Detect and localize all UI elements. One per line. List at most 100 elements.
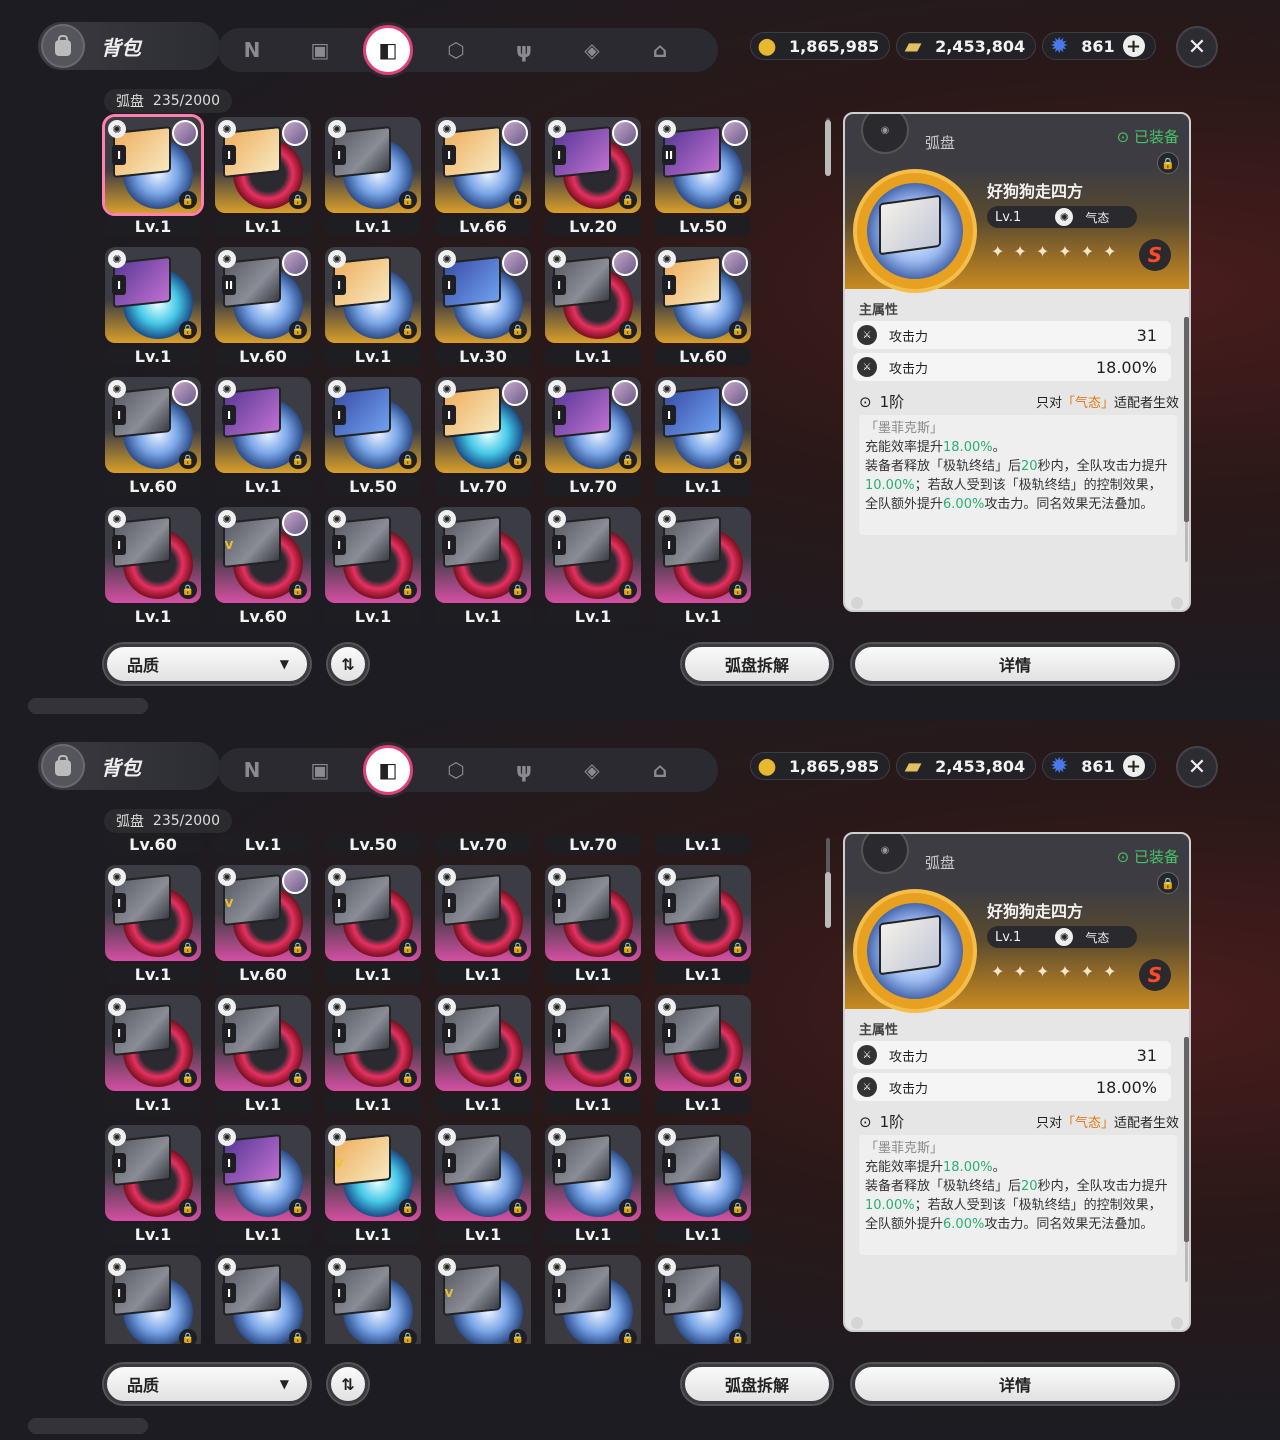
disc-grid-viewport[interactable]: ✺ I 🔒 Lv.1 ✺ I 🔒 Lv.1 ✺ I 🔒 Lv.1 ✺ I 🔒 Lv.66 ✺ I 🔒 Lv.20 ✺ II… bbox=[100, 112, 760, 624]
add-currency-button[interactable]: + bbox=[1122, 755, 1145, 777]
grid-scrollbar-thumb[interactable] bbox=[825, 872, 831, 928]
disc-item[interactable]: ✺I🔒Lv.1 bbox=[430, 990, 540, 1120]
disc-item[interactable]: ✺I🔒Lv.1 bbox=[650, 990, 760, 1120]
attribute-icon: ✺ bbox=[108, 1128, 126, 1146]
disc-item[interactable]: ✺I🔒Lv.1 bbox=[650, 860, 760, 990]
tab-disc[interactable]: ◧ bbox=[354, 25, 422, 75]
add-currency-button[interactable]: + bbox=[1122, 35, 1145, 57]
disc-item[interactable]: ✺I🔒Lv.1 bbox=[320, 990, 430, 1120]
lock-toggle-icon[interactable]: 🔒 bbox=[1157, 152, 1179, 174]
tab-cube-shield[interactable]: ◈ bbox=[558, 28, 626, 72]
lock-icon: 🔒 bbox=[509, 939, 527, 957]
disc-item[interactable]: ✺I🔒Lv.70 bbox=[540, 372, 650, 502]
disc-item[interactable]: ✺I🔒Lv.1 bbox=[100, 112, 210, 242]
effect-header: ⊙ 1阶 只对「气态」适配者生效 bbox=[859, 1111, 1179, 1132]
quality-filter-dropdown[interactable]: 品质 ▼ bbox=[104, 1364, 310, 1404]
main-stats-label: 主属性 bbox=[859, 303, 899, 318]
detail-scrollbar-thumb[interactable] bbox=[1184, 1037, 1189, 1242]
disc-item[interactable]: ✺I🔒Lv.1 bbox=[100, 860, 210, 990]
disc-item[interactable]: ✺ V 🔒 Lv.60 bbox=[210, 860, 320, 990]
disc-tier-badge: I bbox=[442, 1023, 456, 1043]
tab-cube-shield[interactable]: ◈ bbox=[558, 748, 626, 792]
tab-n[interactable]: N bbox=[218, 28, 286, 72]
disc-item[interactable]: ✺I🔒Lv.1 bbox=[100, 242, 210, 372]
disc-item[interactable]: ✺I🔒Lv.1 bbox=[320, 860, 430, 990]
disc-item[interactable]: ✺ V 🔒 Lv.1 bbox=[320, 1120, 430, 1250]
disc-item[interactable]: ✺I🔒Lv.1 bbox=[430, 860, 540, 990]
attribute-name: 气态 bbox=[1085, 210, 1110, 225]
disc-item[interactable]: ✺ V 🔒 bbox=[430, 1250, 540, 1344]
attribute-icon: ✺ bbox=[548, 120, 566, 138]
details-button[interactable]: 详情 bbox=[852, 644, 1178, 684]
disc-item[interactable]: ✺I🔒Lv.1 bbox=[100, 990, 210, 1120]
disc-item[interactable]: ✺ I 🔒 bbox=[320, 1250, 430, 1344]
disc-item[interactable]: ✺I🔒Lv.1 bbox=[650, 502, 760, 624]
disc-item[interactable]: ✺I🔒Lv.1 bbox=[650, 1120, 760, 1250]
sort-order-button[interactable]: ⇅ bbox=[328, 644, 368, 684]
disc-item[interactable]: ✺I🔒Lv.1 bbox=[540, 502, 650, 624]
disc-item[interactable]: ✺ I 🔒 Lv.66 bbox=[430, 112, 540, 242]
disc-item[interactable]: ✺ I 🔒 bbox=[210, 1250, 320, 1344]
disassemble-button[interactable]: 弧盘拆解 bbox=[682, 644, 832, 684]
disc-card: ✺ II 🔒 bbox=[215, 247, 311, 343]
disc-item[interactable]: ✺I🔒Lv.50 bbox=[320, 832, 430, 860]
disc-item[interactable]: ✺I🔒Lv.1 bbox=[210, 372, 320, 502]
disc-item[interactable]: ✺I🔒Lv.1 bbox=[100, 1120, 210, 1250]
disc-item[interactable]: ✺I🔒Lv.1 bbox=[540, 860, 650, 990]
close-button[interactable]: ✕ bbox=[1176, 26, 1218, 68]
disc-item[interactable]: ✺I🔒Lv.1 bbox=[210, 1120, 320, 1250]
disc-item[interactable]: ✺I🔒Lv.1 bbox=[540, 990, 650, 1120]
disc-item[interactable]: ✺I🔒Lv.50 bbox=[320, 372, 430, 502]
disc-item[interactable]: ✺ II 🔒 Lv.60 bbox=[210, 242, 320, 372]
close-button[interactable]: ✕ bbox=[1176, 746, 1218, 788]
disc-item[interactable]: ✺I🔒Lv.70 bbox=[430, 832, 540, 860]
tab-gameboy[interactable]: ▣ bbox=[286, 748, 354, 792]
disc-item[interactable]: ✺ I 🔒 Lv.30 bbox=[430, 242, 540, 372]
attack-icon: ⚔ bbox=[857, 1045, 877, 1065]
tab-box[interactable]: ⬡ bbox=[422, 28, 490, 72]
disassemble-button[interactable]: 弧盘拆解 bbox=[682, 1364, 832, 1404]
tab-home[interactable]: ⌂ bbox=[626, 28, 694, 72]
tab-n[interactable]: N bbox=[218, 748, 286, 792]
disc-item[interactable]: ✺ I 🔒 bbox=[100, 1250, 210, 1344]
disc-item[interactable]: ✺I🔒Lv.1 bbox=[430, 502, 540, 624]
disc-item[interactable]: ✺ I 🔒 bbox=[540, 1250, 650, 1344]
disc-item[interactable]: ✺I🔒Lv.60 bbox=[100, 372, 210, 502]
disc-item[interactable]: ✺I🔒Lv.1 bbox=[540, 1120, 650, 1250]
tab-home[interactable]: ⌂ bbox=[626, 748, 694, 792]
tab-disc[interactable]: ◧ bbox=[354, 745, 422, 795]
disc-grid-viewport[interactable]: ✺I🔒Lv.60✺I🔒Lv.1✺I🔒Lv.50✺I🔒Lv.70✺I🔒Lv.70✺… bbox=[100, 832, 760, 1344]
details-button[interactable]: 详情 bbox=[852, 1364, 1178, 1404]
disc-item[interactable]: ✺I🔒Lv.70 bbox=[540, 832, 650, 860]
detail-scrollbar-thumb[interactable] bbox=[1184, 317, 1189, 522]
tab-fork-knife[interactable]: ψ bbox=[490, 28, 558, 72]
sort-order-button[interactable]: ⇅ bbox=[328, 1364, 368, 1404]
disc-item[interactable]: ✺I🔒Lv.1 bbox=[320, 502, 430, 624]
disc-item[interactable]: ✺I🔒Lv.1 bbox=[430, 1120, 540, 1250]
disc-item[interactable]: ✺I🔒Lv.1 bbox=[210, 990, 320, 1120]
tab-box[interactable]: ⬡ bbox=[422, 748, 490, 792]
disc-item[interactable]: ✺I🔒Lv.1 bbox=[210, 832, 320, 860]
disc-item[interactable]: ✺ V 🔒 Lv.60 bbox=[210, 502, 320, 624]
disc-item[interactable]: ✺ I 🔒 Lv.20 bbox=[540, 112, 650, 242]
disc-item[interactable]: ✺I🔒Lv.1 bbox=[210, 112, 320, 242]
disc-card: ✺ I 🔒 bbox=[545, 507, 641, 603]
disc-level: Lv.1 bbox=[435, 964, 531, 984]
disc-item[interactable]: ✺I🔒Lv.1 bbox=[650, 832, 760, 860]
disc-item[interactable]: ✺I🔒Lv.60 bbox=[100, 832, 210, 860]
disc-item[interactable]: ✺ II 🔒 Lv.50 bbox=[650, 112, 760, 242]
disc-item[interactable]: ✺I🔒Lv.1 bbox=[540, 242, 650, 372]
grid-scrollbar-thumb[interactable] bbox=[825, 120, 831, 176]
lock-toggle-icon[interactable]: 🔒 bbox=[1157, 872, 1179, 894]
quality-filter-dropdown[interactable]: 品质 ▼ bbox=[104, 644, 310, 684]
disc-item[interactable]: ✺ I 🔒 bbox=[650, 1250, 760, 1344]
disc-tier-badge: II bbox=[222, 275, 236, 295]
disc-item[interactable]: ✺I🔒Lv.1 bbox=[320, 112, 430, 242]
disc-item[interactable]: ✺I🔒Lv.70 bbox=[430, 372, 540, 502]
disc-item[interactable]: ✺I🔒Lv.1 bbox=[100, 502, 210, 624]
tab-gameboy[interactable]: ▣ bbox=[286, 28, 354, 72]
disc-item[interactable]: ✺I🔒Lv.1 bbox=[320, 242, 430, 372]
tab-fork-knife[interactable]: ψ bbox=[490, 748, 558, 792]
disc-item[interactable]: ✺I🔒Lv.60 bbox=[650, 242, 760, 372]
disc-item[interactable]: ✺I🔒Lv.1 bbox=[650, 372, 760, 502]
